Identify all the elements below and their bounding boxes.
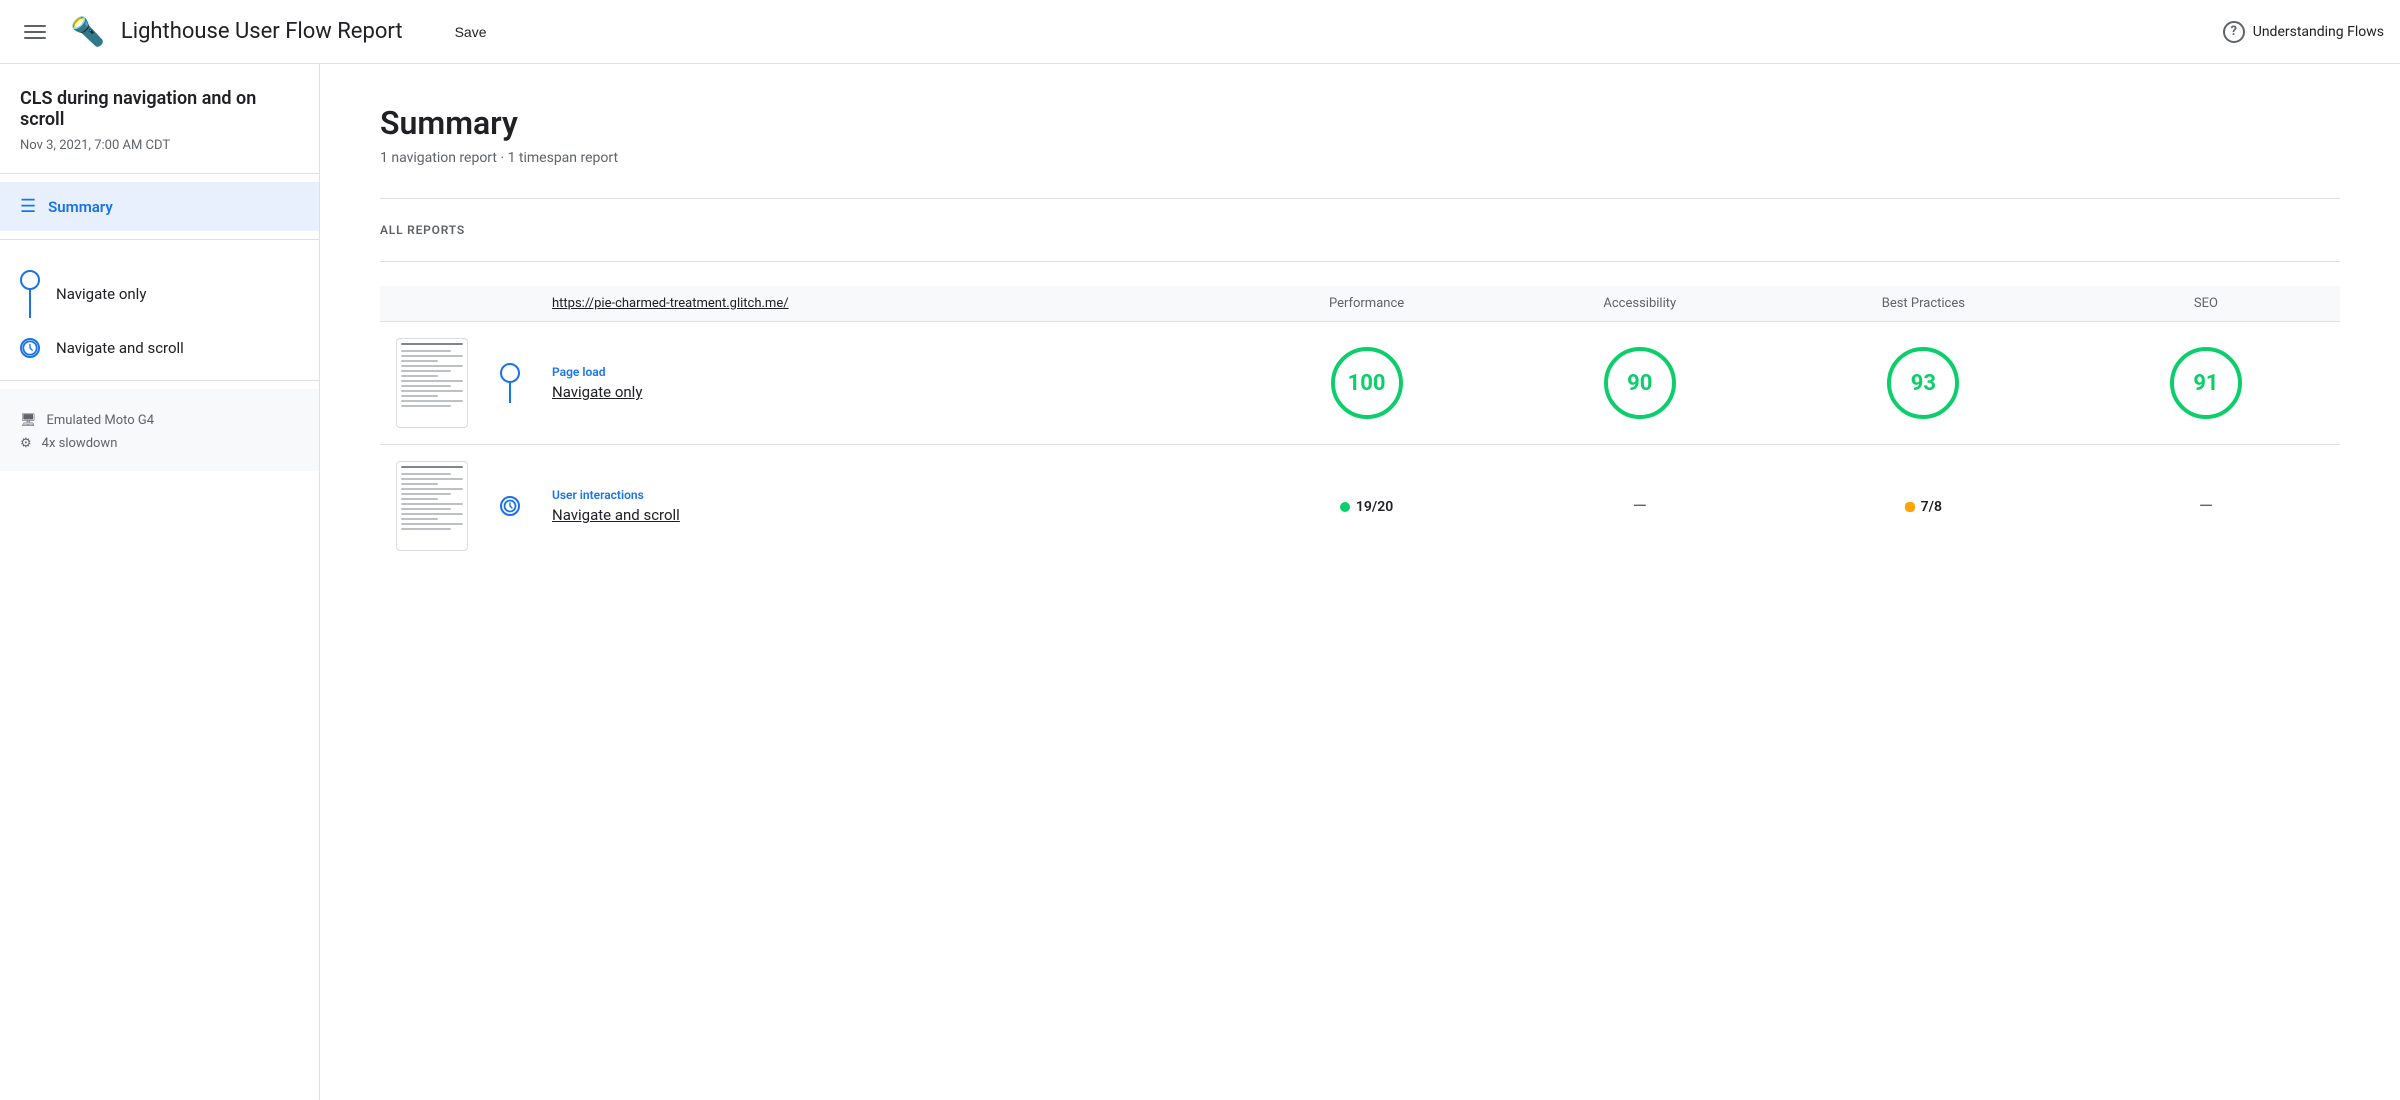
content-divider-1 [380,198,2340,199]
row1-accessibility: 90 [1505,322,1775,445]
device-row-2: ⚙ 4x slowdown [20,432,299,455]
row2-thumbnail [380,445,484,568]
row2-connector [484,445,536,568]
col-seo-header: SEO [2072,286,2340,322]
row2-info: User interactions Navigate and scroll [536,445,1228,568]
summary-heading: Summary [380,104,2340,142]
reports-table: https://pie-charmed-treatment.glitch.me/… [380,286,2340,567]
flow-label-2: Navigate and scroll [56,339,184,357]
flow-connector-1 [20,270,40,318]
col-thumbnail [380,286,484,322]
sidebar-divider-2 [0,239,319,240]
table-row: User interactions Navigate and scroll 19… [380,445,2340,568]
menu-icon[interactable] [16,17,54,47]
understanding-flows-link[interactable]: ? Understanding Flows [2223,21,2384,43]
sidebar: CLS during navigation and on scroll Nov … [0,64,320,1100]
score-value: 19/20 [1356,499,1393,515]
save-button[interactable]: Save [443,16,499,48]
all-reports-label: ALL REPORTS [380,223,2340,237]
list-item[interactable]: Navigate only [20,260,299,328]
device-label-2: 4x slowdown [42,436,118,451]
row1-bestpractices: 93 [1775,322,2072,445]
table-header-row: https://pie-charmed-treatment.glitch.me/… [380,286,2340,322]
col-connector [484,286,536,322]
score-badge-performance-2: 19/20 [1340,499,1393,515]
flow-dot-clock [20,338,40,358]
device-row-1: 🖥 Emulated Moto G4 [20,409,299,432]
score-circle-seo-1: 91 [2170,347,2242,419]
score-circle-accessibility-1: 90 [1604,347,1676,419]
sidebar-divider-1 [0,173,319,174]
row1-thumbnail [380,322,484,445]
row1-name-link[interactable]: Navigate only [552,383,1212,401]
row2-bestpractices: 7/8 [1775,445,2072,568]
flow-label-1: Navigate only [56,285,146,303]
header-title: Lighthouse User Flow Report [121,19,403,44]
row1-type-label: Page load [552,365,1212,379]
sidebar-summary-item[interactable]: ☰ Summary [0,182,319,231]
flow-line-1 [29,290,31,318]
score-value: 7/8 [1921,499,1942,515]
row2-seo: — [2072,445,2340,568]
list-icon: ☰ [20,196,36,217]
row1-performance: 100 [1228,322,1504,445]
row1-info: Page load Navigate only [536,322,1228,445]
col-performance-header: Performance [1228,286,1504,322]
list-item[interactable]: Navigate and scroll [20,328,299,368]
content-divider-2 [380,261,2340,262]
score-dash-seo-2: — [2088,496,2324,517]
project-title: CLS during navigation and on scroll [0,64,319,134]
sidebar-divider-3 [0,380,319,381]
project-date: Nov 3, 2021, 7:00 AM CDT [0,134,319,173]
row2-type-label: User interactions [552,488,1212,502]
summary-label: Summary [48,198,113,216]
header-right: ? Understanding Flows [2223,21,2384,43]
header-left: 🔦 Lighthouse User Flow Report Save [16,15,499,48]
row1-connector [484,322,536,445]
row1-seo: 91 [2072,322,2340,445]
thumbnail-navigate-only [396,338,468,428]
flow-dot-circle [20,270,40,290]
cpu-icon: ⚙ [20,436,32,451]
lighthouse-logo: 🔦 [70,15,105,48]
score-circle-bestpractices-1: 93 [1887,347,1959,419]
score-circle-performance-1: 100 [1331,347,1403,419]
row2-performance: 19/20 [1228,445,1504,568]
help-icon: ? [2223,21,2245,43]
table-row: Page load Navigate only 100 90 93 91 [380,322,2340,445]
content-area: Summary 1 navigation report · 1 timespan… [320,64,2400,1100]
device-info: 🖥 Emulated Moto G4 ⚙ 4x slowdown [0,389,319,471]
flow-items: Navigate only Navigate and scroll [0,248,319,380]
main-layout: CLS during navigation and on scroll Nov … [0,64,2400,1100]
summary-sub: 1 navigation report · 1 timespan report [380,150,2340,166]
col-url: https://pie-charmed-treatment.glitch.me/ [536,286,1228,322]
device-label-1: Emulated Moto G4 [47,413,155,428]
orange-dot [1905,502,1915,512]
row2-name-link[interactable]: Navigate and scroll [552,506,1212,524]
col-bestpractices-header: Best Practices [1775,286,2072,322]
green-dot [1340,502,1350,512]
url-header[interactable]: https://pie-charmed-treatment.glitch.me/ [552,296,789,311]
header: 🔦 Lighthouse User Flow Report Save ? Und… [0,0,2400,64]
thumbnail-navigate-scroll [396,461,468,551]
score-dash-accessibility-2: — [1521,496,1759,517]
flow-connector-2 [20,338,40,358]
row2-accessibility: — [1505,445,1775,568]
col-accessibility-header: Accessibility [1505,286,1775,322]
score-badge-bestpractices-2: 7/8 [1905,499,1942,515]
understanding-flows-label: Understanding Flows [2253,24,2384,40]
device-icon: 🖥 [20,413,37,428]
